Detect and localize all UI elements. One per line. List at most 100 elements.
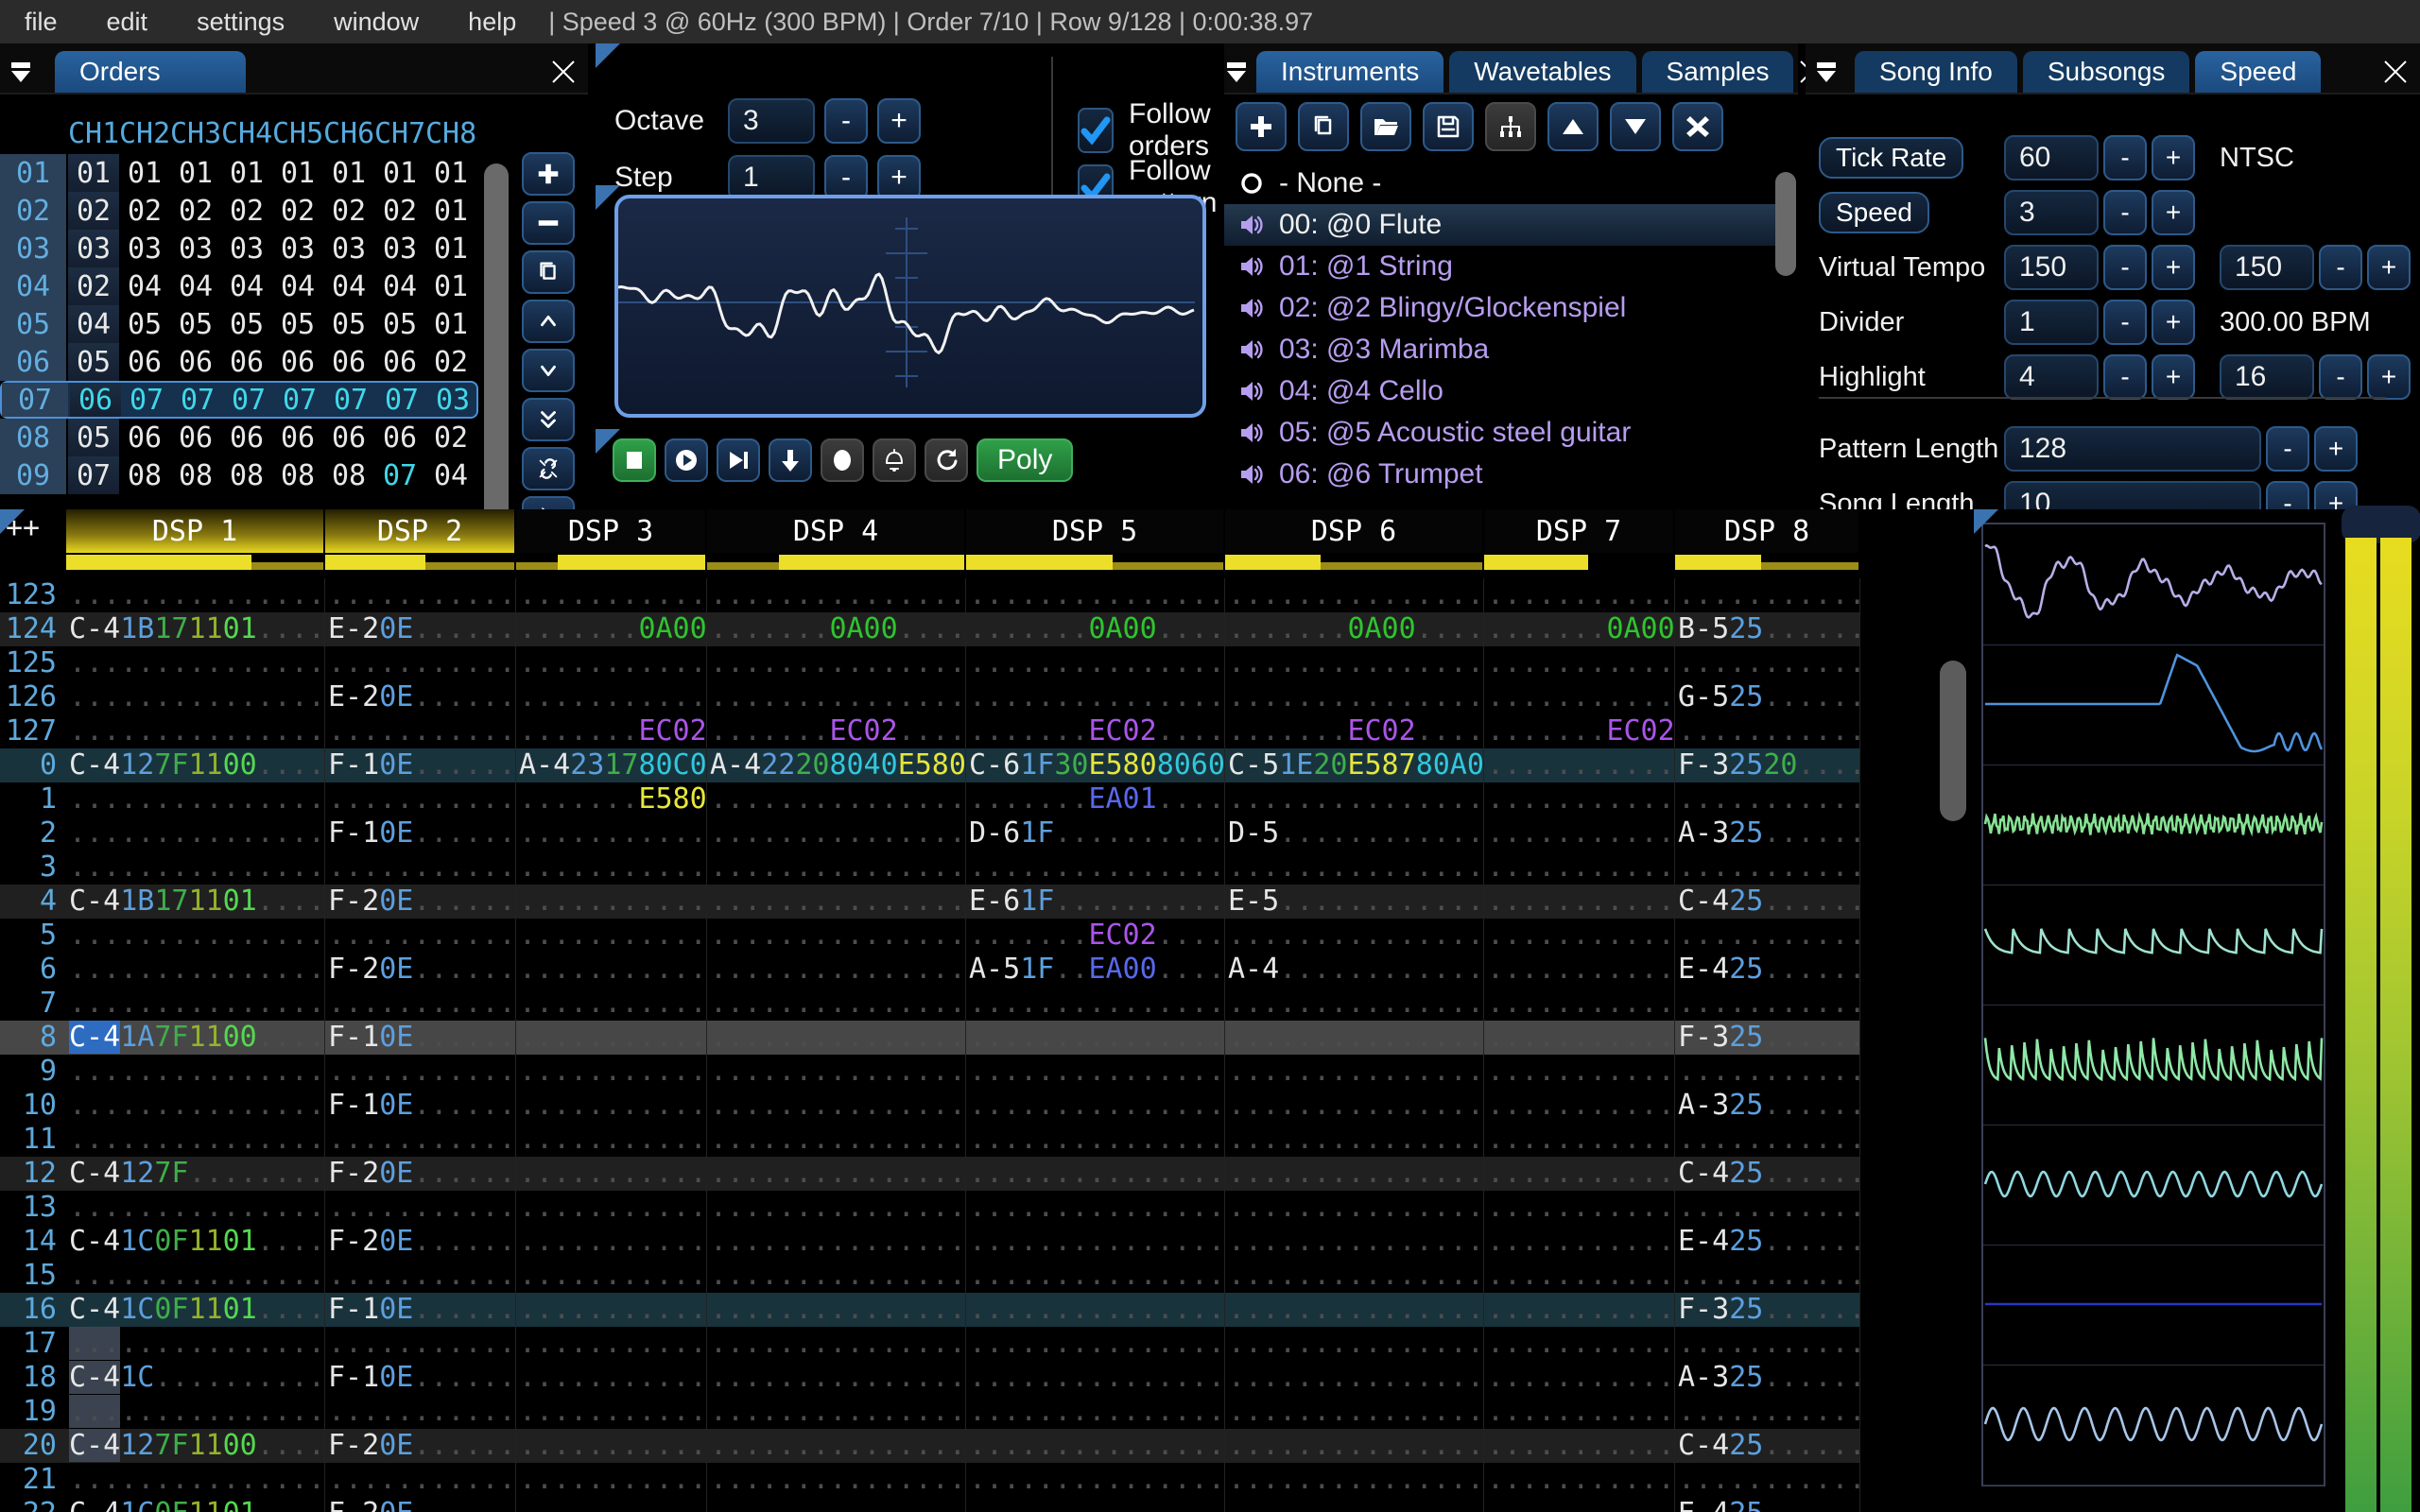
pattern-row[interactable]: 17......................................…	[0, 1327, 1860, 1361]
pattern-cell[interactable]: .......EC02....	[707, 714, 966, 748]
pattern-row[interactable]: 18 C-41C.......... F-10E..................…	[0, 1361, 1860, 1395]
channel-header-2[interactable]: DSP 2	[325, 509, 516, 553]
pattern-cell[interactable]: ...............	[707, 1327, 966, 1361]
tab-subsongs[interactable]: Subsongs	[2022, 51, 2190, 93]
pattern-cell[interactable]: ...........	[516, 1395, 707, 1429]
order-cell[interactable]: 03	[119, 232, 170, 266]
pattern-cell[interactable]: ...........	[516, 578, 707, 612]
pattern-cell[interactable]: ...........	[1675, 1395, 1860, 1429]
order-cell[interactable]: 06	[221, 346, 272, 379]
pattern-cell[interactable]: F-325......	[1675, 1293, 1860, 1327]
tab-wavetables[interactable]: Wavetables	[1449, 51, 1636, 93]
order-cell[interactable]: 04	[170, 270, 221, 303]
unlink-button[interactable]	[522, 447, 575, 490]
order-cell[interactable]: 01	[425, 308, 476, 341]
pattern-cell[interactable]: A-325......	[1675, 1361, 1860, 1395]
pattern-cell[interactable]: C-41C0F1101....	[66, 1293, 325, 1327]
pattern-row[interactable]: 125.....................................…	[0, 646, 1860, 680]
pattern-cell[interactable]: ...........	[325, 1055, 516, 1089]
pattern-cell[interactable]: ...........	[1675, 782, 1860, 816]
pattern-cell[interactable]: E-61F..........	[966, 885, 1225, 919]
order-cell[interactable]: 03	[427, 384, 478, 417]
pattern-cell[interactable]: ...............	[707, 680, 966, 714]
pattern-cell[interactable]: ...........	[1675, 1123, 1860, 1157]
instrument-item[interactable]: 06: @6 Trumpet	[1224, 454, 1775, 495]
pattern-cell[interactable]: ...........	[1484, 782, 1675, 816]
pattern-cell[interactable]: ...........	[1484, 1361, 1675, 1395]
pattern-row[interactable]: 1.......................... .......E580..…	[0, 782, 1860, 816]
order-cell[interactable]: 06	[374, 421, 425, 455]
pattern-cell[interactable]: E-5............	[1225, 885, 1484, 919]
order-cell[interactable]: 01	[425, 195, 476, 228]
order-cell[interactable]: 08	[170, 459, 221, 492]
orders-row[interactable]: 05 04 05 05 05 05 05 05 01	[0, 305, 478, 343]
order-cell[interactable]: 03	[374, 232, 425, 266]
pattern-cell[interactable]: ...............	[707, 1497, 966, 1512]
order-cell[interactable]: 07	[325, 384, 376, 417]
pattern-row[interactable]: 5.......................................…	[0, 919, 1860, 953]
order-cell[interactable]: 05	[68, 419, 119, 456]
pattern-cell[interactable]: ...............	[707, 885, 966, 919]
field-value[interactable]: 150	[2220, 245, 2314, 290]
pattern-cell[interactable]: E-425......	[1675, 953, 1860, 987]
pattern-cell[interactable]: ...............	[707, 782, 966, 816]
pattern-cell[interactable]: F-325......	[1675, 1021, 1860, 1055]
order-cell[interactable]: 07	[172, 384, 223, 417]
pattern-cell[interactable]: ...........	[1484, 1293, 1675, 1327]
order-cell[interactable]: 05	[170, 308, 221, 341]
order-cell[interactable]: 08	[323, 459, 374, 492]
pattern-cell[interactable]: ...............	[1225, 680, 1484, 714]
pattern-cell[interactable]: ...............	[966, 1293, 1225, 1327]
pattern-cell[interactable]: C-4127F1100....	[66, 1429, 325, 1463]
instrument-save-button[interactable]	[1423, 102, 1474, 151]
order-cell[interactable]: 04	[221, 270, 272, 303]
menu-edit[interactable]: edit	[82, 8, 173, 37]
pattern-cell[interactable]: E-20E......	[325, 612, 516, 646]
order-cell[interactable]: 07	[68, 456, 119, 494]
instrument-item[interactable]: 03: @3 Marimba	[1224, 329, 1775, 370]
pattern-cell[interactable]: ...............	[966, 680, 1225, 714]
instruments-scrollbar[interactable]	[1775, 172, 1796, 493]
instrument-move-up-button[interactable]	[1547, 102, 1599, 151]
tab-samples[interactable]: Samples	[1641, 51, 1794, 93]
pattern-row[interactable]: 12 C-4127F........ F-20E..................…	[0, 1157, 1860, 1191]
order-cell[interactable]: 04	[119, 270, 170, 303]
pattern-cell[interactable]: ...........	[516, 1259, 707, 1293]
pattern-cell[interactable]: .......0A00....	[966, 612, 1225, 646]
order-cell[interactable]: 01	[68, 154, 119, 192]
poly-button[interactable]: Poly	[977, 438, 1074, 482]
pattern-cell[interactable]: F-20E......	[325, 1157, 516, 1191]
pattern-row[interactable]: 15......................................…	[0, 1259, 1860, 1293]
pattern-cell[interactable]: ...............	[966, 1429, 1225, 1463]
pattern-cell[interactable]: ...............	[707, 1157, 966, 1191]
pattern-cell[interactable]: ...............	[707, 578, 966, 612]
instrument-item[interactable]: 02: @2 Blingy/Glockenspiel	[1224, 287, 1775, 329]
pattern-cell[interactable]: ...............	[66, 953, 325, 987]
pattern-cell[interactable]: ...............	[66, 1055, 325, 1089]
pattern-cell[interactable]: ...............	[66, 578, 325, 612]
pattern-cell[interactable]: ...............	[1225, 1259, 1484, 1293]
order-cell[interactable]: 02	[272, 195, 323, 228]
pattern-cell[interactable]: ...........	[325, 850, 516, 885]
plus-button[interactable]: +	[2314, 426, 2358, 472]
close-icon[interactable]	[2371, 51, 2420, 93]
pattern-cell[interactable]: ...........	[1484, 1225, 1675, 1259]
order-cell[interactable]: 02	[374, 195, 425, 228]
pattern-cell[interactable]: .......EC02....	[966, 714, 1225, 748]
move-up-button[interactable]	[522, 300, 575, 343]
pattern-cell[interactable]: ...........	[516, 816, 707, 850]
pattern-cell[interactable]: ...........	[325, 919, 516, 953]
order-cell[interactable]: 05	[272, 308, 323, 341]
order-cell[interactable]: 06	[323, 346, 374, 379]
pattern-cell[interactable]: ...............	[707, 1123, 966, 1157]
pattern-cell[interactable]: ...............	[966, 1157, 1225, 1191]
pattern-cell[interactable]: ...........	[516, 919, 707, 953]
pattern-row[interactable]: 13......................................…	[0, 1191, 1860, 1225]
play-pattern-button[interactable]	[717, 438, 760, 482]
order-cell[interactable]: 03	[272, 232, 323, 266]
pattern-cell[interactable]: ...............	[707, 646, 966, 680]
pattern-cell[interactable]: A-325......	[1675, 1089, 1860, 1123]
collapse-icon[interactable]	[1806, 51, 1847, 93]
order-cell[interactable]: 02	[221, 195, 272, 228]
pattern-cell[interactable]: ...............	[66, 816, 325, 850]
